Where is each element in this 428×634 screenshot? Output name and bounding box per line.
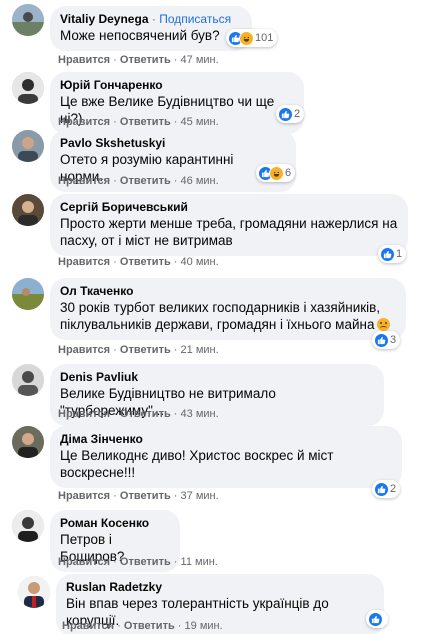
like-link[interactable]: Нравится [58, 344, 110, 356]
reaction-summary[interactable]: 1 [378, 245, 407, 263]
avatar[interactable] [12, 278, 44, 310]
haha-icon [269, 165, 284, 181]
comment-actions: Нравится · Ответить · 19 мин. [62, 620, 223, 632]
avatar[interactable] [12, 426, 44, 458]
separator: · [151, 12, 156, 26]
comment-actions: Нравится · Ответить · 47 мин. [58, 54, 219, 66]
comment-text-line: воскресне!!! [60, 465, 136, 480]
comment-actions: Нравится · Ответить · 40 мин. [58, 256, 219, 268]
reply-link[interactable]: Ответить [120, 408, 171, 420]
comment-time[interactable]: 21 мин. [181, 344, 219, 356]
comment-author[interactable]: Сергій Боричевський [60, 200, 398, 215]
comment-time[interactable]: 11 мин. [181, 556, 218, 568]
comment-actions: Нравится · Ответить · 11 мин. [58, 556, 218, 568]
reply-link[interactable]: Ответить [120, 175, 171, 187]
comment-author[interactable]: Vitaliy Deynega [60, 12, 149, 26]
comment-author-line: Vitaliy Deynega · Подписаться [60, 12, 242, 27]
comment-bubble: Діма Зінченко Це Великоднє диво! Христос… [50, 426, 402, 488]
reply-link[interactable]: Ответить [124, 620, 175, 632]
reaction-count: 2 [390, 483, 397, 495]
comment-author[interactable]: Юрій Гончаренко [60, 78, 294, 93]
comment-author[interactable]: Denis Pavliuk [60, 370, 374, 385]
avatar[interactable] [12, 130, 44, 162]
comment-time[interactable]: 47 мин. [181, 54, 219, 66]
reaction-count: 2 [294, 108, 301, 120]
reaction-count: 1 [396, 248, 403, 260]
like-icon [380, 246, 395, 262]
reaction-count: 3 [390, 334, 397, 346]
comment-bubble: Ол Ткаченко 30 років турбот великих госп… [50, 278, 406, 340]
comment-text: Може непосвячений був? [60, 28, 220, 43]
avatar[interactable] [12, 194, 44, 226]
comment-time[interactable]: 37 мин. [181, 490, 219, 502]
comment-text-line: піклувальників держави, громадян і їхньо… [60, 316, 396, 333]
follow-link[interactable]: Подписаться [159, 12, 231, 26]
comment-author[interactable]: Діма Зінченко [60, 432, 392, 447]
like-link[interactable]: Нравится [58, 256, 110, 268]
comment-bubble: Сергій Боричевський Просто жерти менше т… [50, 194, 408, 256]
comment-actions: Нравится · Ответить · 37 мин. [58, 490, 219, 502]
reaction-summary[interactable] [366, 610, 388, 628]
like-icon [374, 332, 389, 348]
comment-time[interactable]: 46 мин. [181, 175, 219, 187]
like-link[interactable]: Нравится [58, 175, 110, 187]
comment-bubble: Vitaliy Deynega · Подписаться Може непос… [50, 6, 252, 51]
like-link[interactable]: Нравится [62, 620, 114, 632]
reply-link[interactable]: Ответить [120, 344, 171, 356]
reaction-count: 6 [285, 167, 292, 179]
like-link[interactable]: Нравится [58, 556, 110, 568]
like-icon [374, 481, 389, 497]
reaction-summary[interactable]: 2 [372, 480, 401, 498]
comment-text-line: 30 років турбот великих господарників і … [60, 300, 381, 315]
reply-link[interactable]: Ответить [120, 54, 171, 66]
like-link[interactable]: Нравится [58, 490, 110, 502]
reaction-summary[interactable]: 101 [226, 29, 278, 47]
comment-actions: Нравится · Ответить · 21 мин. [58, 344, 219, 356]
comment-text-line: Просто жерти менше треба, громадяни наже… [60, 216, 398, 231]
reaction-summary[interactable]: 3 [372, 331, 401, 349]
comment-time[interactable]: 43 мин. [181, 408, 219, 420]
like-link[interactable]: Нравится [58, 54, 110, 66]
comment-author[interactable]: Pavlo Skshetuskyi [60, 136, 286, 151]
like-link[interactable]: Нравится [58, 408, 110, 420]
avatar[interactable] [18, 576, 50, 608]
avatar[interactable] [12, 4, 44, 36]
reply-link[interactable]: Ответить [120, 490, 171, 502]
avatar[interactable] [12, 72, 44, 104]
comment-text-line: пасху, от і міст не витримав [60, 233, 233, 248]
reply-link[interactable]: Ответить [120, 116, 171, 128]
comment-actions: Нравится · Ответить · 46 мин. [58, 175, 219, 187]
reaction-count: 101 [255, 32, 274, 44]
like-icon [368, 611, 383, 627]
comment-author[interactable]: Роман Косенко [60, 516, 170, 531]
comment-time[interactable]: 45 мин. [181, 116, 219, 128]
reply-link[interactable]: Ответить [120, 256, 171, 268]
comment-actions: Нравится · Ответить · 43 мин. [58, 408, 219, 420]
haha-icon [239, 30, 254, 46]
reaction-summary[interactable]: 6 [256, 164, 296, 182]
like-icon [278, 106, 293, 122]
reaction-summary[interactable]: 2 [276, 105, 305, 123]
avatar[interactable] [12, 364, 44, 396]
reply-link[interactable]: Ответить [120, 556, 171, 568]
sad-emoji-icon [377, 318, 391, 331]
comment-author[interactable]: Ruslan Radetzky [66, 580, 374, 595]
comment-time[interactable]: 19 мин. [185, 620, 223, 632]
like-link[interactable]: Нравится [58, 116, 110, 128]
comment-time[interactable]: 40 мин. [181, 256, 219, 268]
avatar[interactable] [12, 510, 44, 542]
comment-actions: Нравится · Ответить · 45 мин. [58, 116, 219, 128]
comment-text-line: Це Великоднє диво! Христос воскрес й міс… [60, 448, 334, 463]
comment-author[interactable]: Ол Ткаченко [60, 284, 396, 299]
